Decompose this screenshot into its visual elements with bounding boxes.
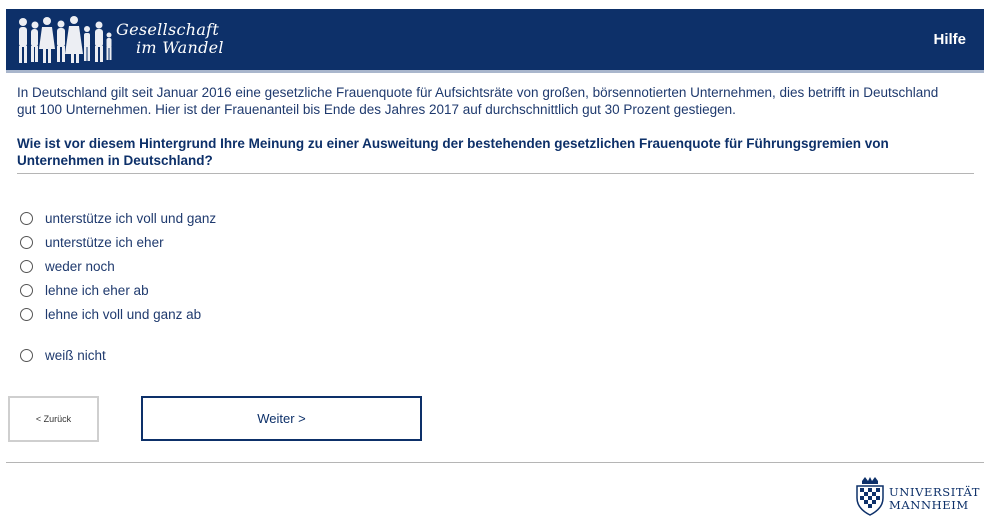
next-button[interactable]: Weiter >	[141, 396, 422, 441]
option-label: unterstütze ich voll und ganz	[45, 210, 217, 226]
option-label: weiß nicht	[45, 347, 106, 363]
option-eher-ablehnen[interactable]: lehne ich eher ab	[20, 281, 149, 299]
option-eher-unterstuetzen[interactable]: unterstütze ich eher	[20, 233, 164, 251]
option-label: unterstütze ich eher	[45, 234, 164, 250]
university-name-line1: UNIVERSITÄT	[889, 485, 981, 499]
university-crest-icon	[856, 477, 884, 516]
radio-button[interactable]	[20, 235, 33, 249]
option-label: weder noch	[45, 258, 115, 274]
radio-button[interactable]	[20, 259, 33, 273]
back-button[interactable]: < Zurück	[8, 396, 99, 442]
option-label: lehne ich voll und ganz ab	[45, 306, 202, 322]
logo: Gesellschaft im Wandel	[6, 9, 246, 70]
option-label: lehne ich eher ab	[45, 282, 149, 298]
people-silhouette-icon	[19, 16, 112, 63]
logo-text-line2: im Wandel	[136, 38, 224, 57]
option-weder-noch[interactable]: weder noch	[20, 257, 115, 275]
intro-text: In Deutschland gilt seit Januar 2016 ein…	[17, 85, 939, 117]
university-logo: UNIVERSITÄT MANNHEIM	[853, 476, 988, 516]
header-bar: Gesellschaft im Wandel Hilfe	[6, 9, 984, 73]
option-voll-unterstuetzen[interactable]: unterstütze ich voll und ganz	[20, 209, 216, 227]
footer-divider	[6, 462, 984, 463]
radio-button[interactable]	[20, 307, 33, 321]
option-voll-ablehnen[interactable]: lehne ich voll und ganz ab	[20, 305, 201, 323]
radio-button[interactable]	[20, 211, 33, 225]
question-text: Wie ist vor diesem Hintergrund Ihre Mein…	[17, 136, 889, 168]
option-weiss-nicht[interactable]: weiß nicht	[20, 346, 106, 364]
university-name-line2: MANNHEIM	[889, 498, 969, 512]
radio-button[interactable]	[20, 283, 33, 297]
question-divider	[17, 173, 974, 174]
logo-text-line1: Gesellschaft	[116, 20, 220, 39]
help-link[interactable]: Hilfe	[933, 31, 966, 48]
radio-button[interactable]	[20, 348, 33, 362]
